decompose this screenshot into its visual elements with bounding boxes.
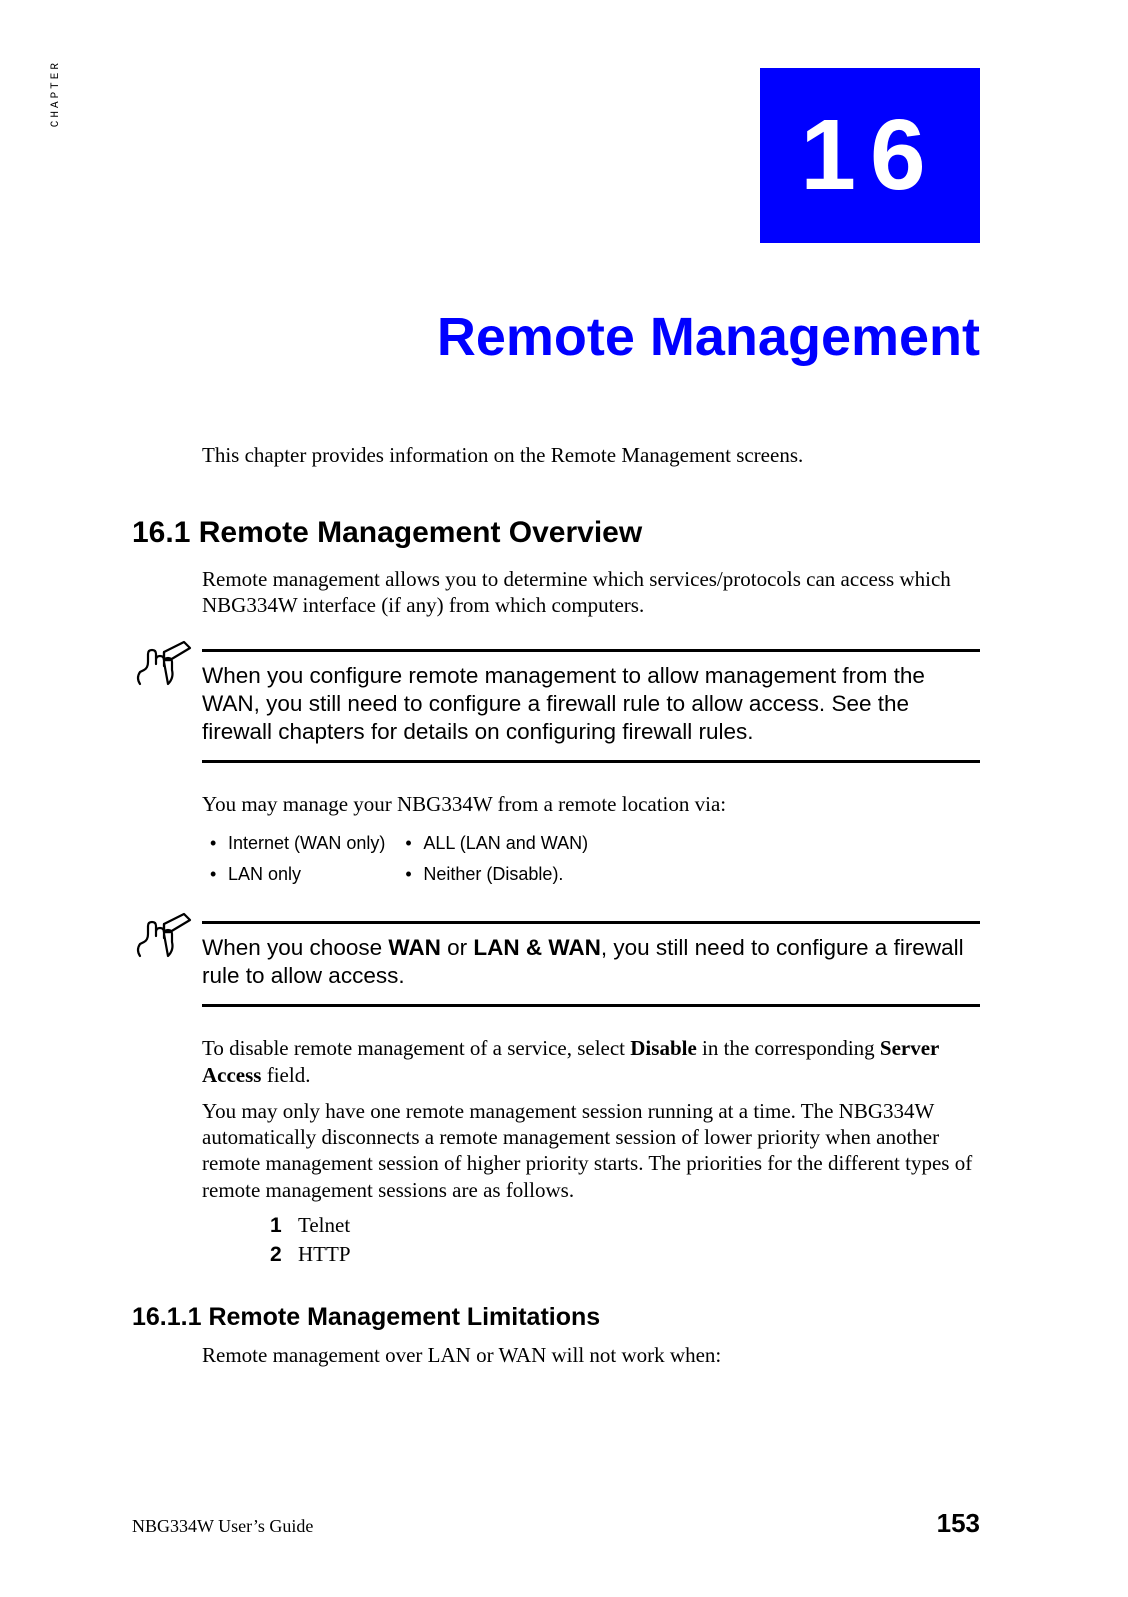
chapter-intro-paragraph: This chapter provides information on the… — [202, 443, 980, 468]
horizontal-rule — [202, 760, 980, 763]
note-block-2: When you choose WAN or LAN & WAN, you st… — [202, 921, 980, 1007]
horizontal-rule — [202, 921, 980, 924]
note-hand-pencil-icon — [134, 640, 194, 690]
document-page: CHAPTER 16 Remote Management This chapte… — [0, 0, 1128, 1597]
body-paragraph: You may only have one remote management … — [202, 1098, 980, 1203]
note-block-1: When you configure remote management to … — [202, 649, 980, 763]
priority-list: 1Telnet 2HTTP — [230, 1213, 980, 1267]
chapter-title: Remote Management — [132, 306, 980, 368]
list-item: •Internet (WAN only) — [210, 829, 403, 858]
list-item: 1Telnet — [270, 1213, 980, 1238]
options-table: •Internet (WAN only) •ALL (LAN and WAN) … — [208, 827, 608, 891]
list-item: •LAN only — [210, 860, 403, 889]
footer-page-number: 153 — [937, 1508, 980, 1539]
footer-book-title: NBG334W User’s Guide — [132, 1516, 313, 1537]
body-paragraph: To disable remote management of a servic… — [202, 1035, 980, 1088]
list-item: •Neither (Disable). — [405, 860, 606, 889]
body-paragraph: You may manage your NBG334W from a remot… — [202, 791, 980, 817]
note-text: When you configure remote management to … — [202, 662, 980, 746]
horizontal-rule — [202, 1004, 980, 1007]
section-heading-16-1-1: 16.1.1 Remote Management Limitations — [132, 1303, 980, 1332]
list-item: •ALL (LAN and WAN) — [405, 829, 606, 858]
list-item: 2HTTP — [270, 1242, 980, 1267]
chapter-badge-vertical: CHAPTER — [50, 60, 62, 127]
note-text: When you choose WAN or LAN & WAN, you st… — [202, 934, 980, 990]
horizontal-rule — [202, 649, 980, 652]
chapter-number-tab: 16 — [760, 68, 980, 243]
note-hand-pencil-icon — [134, 912, 194, 962]
page-footer: NBG334W User’s Guide 153 — [132, 1508, 980, 1539]
body-paragraph: Remote management over LAN or WAN will n… — [202, 1342, 980, 1368]
section-heading-16-1: 16.1 Remote Management Overview — [132, 516, 980, 550]
body-paragraph: Remote management allows you to determin… — [202, 566, 980, 619]
